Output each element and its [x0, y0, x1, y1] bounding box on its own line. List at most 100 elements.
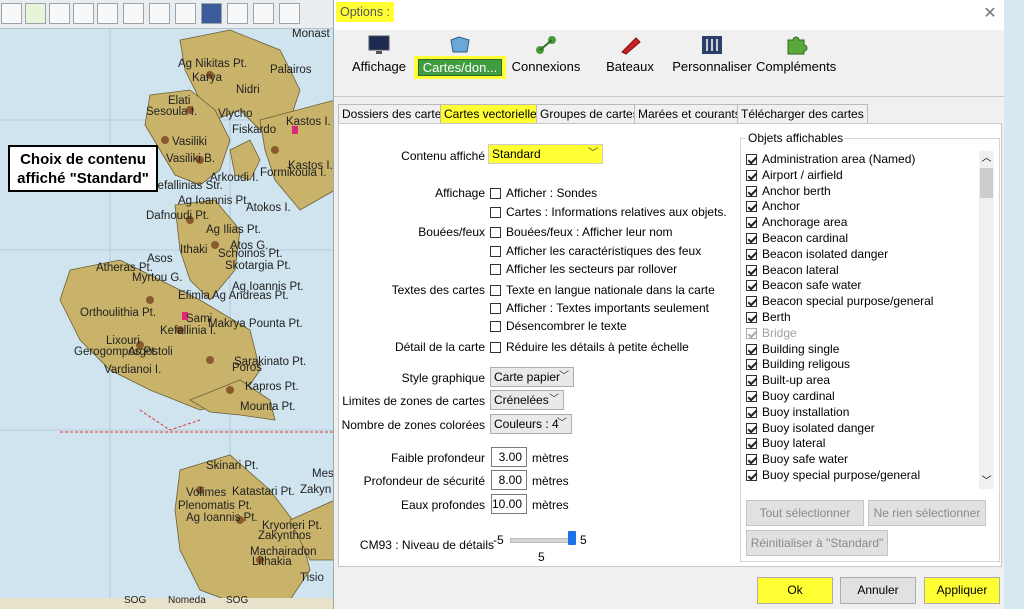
checkbox-box[interactable] — [746, 359, 757, 371]
checkbox-box[interactable] — [490, 303, 501, 314]
objet-item[interactable]: Buoy safe water — [746, 452, 848, 467]
apply-button[interactable]: Appliquer — [924, 577, 1000, 604]
checkbox-box[interactable] — [490, 264, 501, 275]
checkbox-box[interactable] — [746, 391, 757, 402]
bouees-nom-checkbox[interactable]: Bouées/feux : Afficher leur nom — [490, 225, 673, 239]
objet-item[interactable]: Anchorage area — [746, 215, 847, 230]
print-icon[interactable] — [123, 3, 144, 24]
objet-item[interactable]: Buoy lateral — [746, 436, 825, 451]
profondeur-securite-input[interactable]: 8.00 — [491, 470, 527, 490]
checkbox-box[interactable] — [746, 454, 757, 466]
scroll-thumb[interactable] — [980, 168, 993, 198]
scroll-down-icon[interactable]: ﹀ — [979, 474, 994, 489]
screen-icon[interactable] — [201, 3, 222, 24]
style-select[interactable]: Carte papier ﹀ — [490, 367, 574, 387]
category-cartes[interactable]: Cartes/don... — [414, 32, 506, 88]
objet-item[interactable]: Building single — [746, 342, 839, 357]
objet-item[interactable]: Built-up area — [746, 373, 830, 388]
langue-nationale-checkbox[interactable]: Texte en langue nationale dans la carte — [490, 283, 715, 297]
objet-item[interactable]: Building religous — [746, 357, 850, 372]
checkbox-box[interactable] — [490, 227, 501, 238]
table-icon[interactable] — [149, 3, 170, 24]
close-icon[interactable]: ✕ — [980, 4, 1000, 24]
objets-scrollbar[interactable]: ︿ ﹀ — [979, 151, 994, 489]
checkbox-box[interactable] — [746, 375, 757, 387]
zones-select[interactable]: Couleurs : 4 ﹀ — [490, 414, 572, 434]
faible-profondeur-input[interactable]: 3.00 — [491, 447, 527, 467]
pencil-icon[interactable] — [1, 3, 22, 24]
objet-item[interactable]: Beacon lateral — [746, 263, 839, 278]
category-connexions[interactable]: Connexions — [510, 32, 582, 88]
lifebuoy-icon[interactable] — [253, 3, 274, 24]
secteurs-rollover-checkbox[interactable]: Afficher les secteurs par rollover — [490, 262, 677, 276]
checkbox-box[interactable] — [490, 342, 501, 353]
textes-importants-checkbox[interactable]: Afficher : Textes importants seulement — [490, 301, 709, 315]
objet-item[interactable]: Anchor — [746, 199, 800, 214]
infos-objets-checkbox[interactable]: Cartes : Informations relatives aux obje… — [490, 205, 727, 219]
objet-item[interactable]: Airport / airfield — [746, 168, 843, 183]
checkbox-box[interactable] — [746, 169, 757, 181]
objet-item[interactable]: Administration area (Named) — [746, 152, 915, 167]
objet-item[interactable]: Buoy installation — [746, 405, 849, 420]
checkbox-box[interactable] — [746, 248, 757, 260]
eaux-profondes-input[interactable]: 10.00 — [491, 494, 527, 514]
route-icon[interactable] — [175, 3, 196, 24]
objet-item[interactable]: Anchor berth — [746, 184, 831, 199]
objet-item[interactable]: Buoy cardinal — [746, 389, 835, 404]
checkbox-box[interactable] — [490, 321, 501, 332]
checkbox-box[interactable] — [746, 343, 757, 355]
sondes-checkbox[interactable]: Afficher : Sondes — [490, 186, 597, 200]
checkbox-box[interactable] — [490, 246, 501, 257]
objet-item[interactable]: Buoy isolated danger — [746, 421, 875, 436]
checkbox-box[interactable] — [490, 188, 501, 199]
select-none-button[interactable]: Ne rien sélectionner — [868, 500, 986, 526]
tab-dossiers[interactable]: Dossiers des cartes — [338, 104, 452, 124]
objet-item[interactable]: Beacon isolated danger — [746, 247, 888, 262]
desencombrer-checkbox[interactable]: Désencombrer le texte — [490, 319, 627, 333]
feux-caracteristiques-checkbox[interactable]: Afficher les caractéristiques des feux — [490, 244, 701, 258]
checkbox-box[interactable] — [746, 406, 757, 418]
text-icon[interactable] — [25, 3, 46, 24]
checkbox-box[interactable] — [746, 296, 757, 308]
objet-item[interactable]: Beacon special purpose/general — [746, 294, 933, 309]
limites-select[interactable]: Crénelées ﹀ — [490, 390, 564, 410]
tab-groupes[interactable]: Groupes de cartes — [536, 104, 643, 124]
objet-item[interactable]: Buoy special purpose/general — [746, 468, 920, 483]
vertical-arrows-icon[interactable] — [97, 3, 118, 24]
category-bateaux[interactable]: Bateaux — [596, 32, 664, 88]
checkbox-box[interactable] — [746, 422, 757, 434]
checkbox-box[interactable] — [746, 438, 757, 450]
scroll-up-icon[interactable]: ︿ — [979, 151, 994, 166]
objet-item[interactable]: Beacon cardinal — [746, 231, 848, 246]
reduire-details-checkbox[interactable]: Réduire les détails à petite échelle — [490, 340, 689, 354]
gauge-icon[interactable] — [227, 3, 248, 24]
checkbox-box[interactable] — [490, 285, 501, 296]
tools-icon[interactable] — [279, 3, 300, 24]
nautical-chart[interactable] — [0, 0, 335, 609]
tab-telecharger[interactable]: Télécharger des cartes — [737, 104, 868, 124]
reset-standard-button[interactable]: Réinitialiser à "Standard" — [746, 530, 888, 556]
checkbox-box[interactable] — [746, 201, 757, 213]
checkbox-box[interactable] — [746, 217, 757, 229]
layers-icon[interactable] — [73, 3, 94, 24]
brush-icon[interactable] — [49, 3, 70, 24]
checkbox-box[interactable] — [746, 264, 757, 276]
tab-cartes-vectorielles[interactable]: Cartes vectorielles — [440, 104, 547, 124]
category-personnaliser[interactable]: Personnaliser — [670, 32, 754, 88]
cancel-button[interactable]: Annuler — [840, 577, 916, 604]
cm93-slider-thumb[interactable] — [568, 531, 576, 545]
category-affichage[interactable]: Affichage — [348, 32, 410, 88]
ok-button[interactable]: Ok — [757, 577, 833, 604]
cm93-slider-track[interactable] — [510, 538, 574, 543]
category-complements[interactable]: Compléments — [756, 32, 836, 88]
checkbox-box[interactable] — [746, 185, 757, 197]
checkbox-box[interactable] — [490, 207, 501, 218]
checkbox-box[interactable] — [746, 470, 757, 481]
content-select[interactable]: Standard ﹀ — [488, 144, 603, 164]
checkbox-box[interactable] — [746, 312, 757, 323]
objet-item[interactable]: Berth — [746, 310, 791, 325]
tab-marees[interactable]: Marées et courants — [634, 104, 745, 124]
checkbox-box[interactable] — [746, 233, 757, 244]
checkbox-box[interactable] — [746, 280, 757, 292]
select-all-button[interactable]: Tout sélectionner — [746, 500, 864, 526]
